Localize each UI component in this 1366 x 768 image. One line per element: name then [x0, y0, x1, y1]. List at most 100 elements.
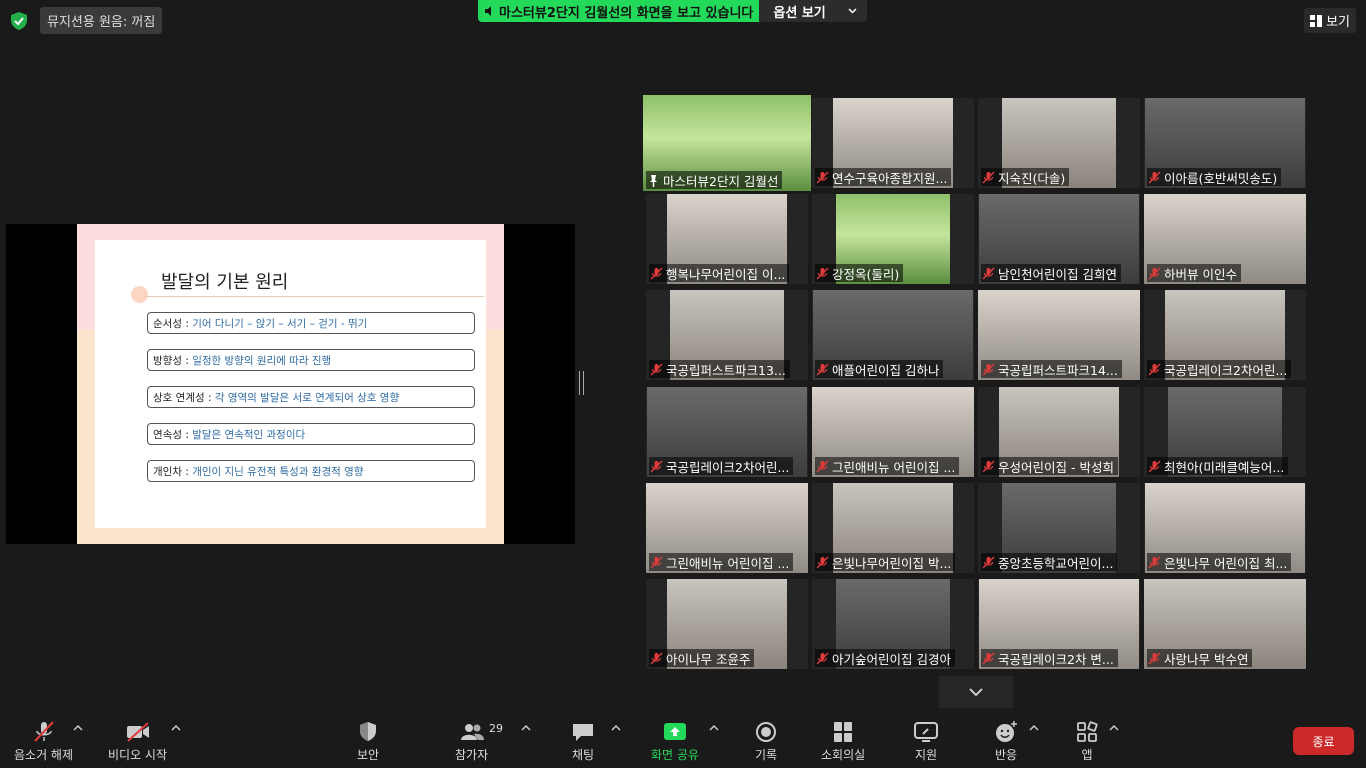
security-label: 보안	[356, 748, 380, 762]
participant-name-tag: 그린애비뉴 어린이집 ...	[649, 553, 794, 571]
participant-tile[interactable]: 그린애비뉴 어린이집 ...	[646, 483, 808, 573]
participant-name: 행복나무어린이집 이...	[666, 266, 786, 282]
principle-desc: 일정한 방향의 원리에 따라 진행	[192, 354, 332, 367]
reactions-button[interactable]: 반응	[993, 720, 1019, 763]
apps-button[interactable]: 앱	[1074, 720, 1100, 763]
participant-name-tag: 사랑나무 박수연	[1147, 649, 1253, 667]
support-button[interactable]: 지원	[913, 720, 939, 763]
participant-tile[interactable]: 사랑나무 박수연	[1144, 579, 1306, 669]
muted-microphone-icon	[982, 556, 995, 568]
participant-tile[interactable]: 중앙초등학교어린이...	[978, 483, 1140, 573]
participant-tile[interactable]: 아기숲어린이집 김경아	[812, 579, 974, 669]
muted-microphone-icon	[650, 363, 663, 375]
participant-name-tag: 국공립레이크2차어린...	[649, 457, 794, 475]
participant-tile[interactable]: 그린애비뉴 어린이집 ...	[812, 387, 974, 477]
participant-name: 애플어린이집 김하나	[832, 362, 940, 378]
participant-tile[interactable]: 은빛나무어린이집 박...	[812, 483, 974, 573]
participant-tile[interactable]: 하버뷰 이인수	[1144, 194, 1306, 284]
participant-name: 하버뷰 이인수	[1164, 266, 1237, 282]
participant-name-tag: 국공립퍼스트파크13...	[649, 360, 790, 378]
participant-name: 이아름(호반써밋송도)	[1164, 170, 1278, 186]
meeting-info: 뮤지션용 원음: 꺼짐	[8, 7, 163, 34]
principle-label: 상호 연계성 :	[153, 391, 215, 404]
splitter-handle[interactable]	[579, 371, 584, 395]
participant-tile[interactable]: 국공립퍼스트파크13...	[646, 290, 808, 380]
participant-name: 국공립레이크2차 변...	[998, 651, 1114, 667]
participant-tile[interactable]: 이아름(호반써밋송도)	[1144, 98, 1306, 188]
view-button[interactable]: 보기	[1304, 8, 1356, 33]
participant-tile[interactable]: 연수구육아종합지원...	[812, 98, 974, 188]
smiley-reaction-icon	[996, 721, 1017, 742]
participant-name: 아이나무 조윤주	[666, 651, 751, 667]
original-sound-status[interactable]: 뮤지션용 원음: 꺼짐	[40, 7, 163, 34]
muted-microphone-icon	[982, 652, 995, 664]
participant-tile[interactable]: 마스터뷰2단지 김월선	[643, 95, 811, 191]
participant-name: 강정옥(둘리)	[832, 266, 900, 282]
participant-tile[interactable]: 최현아(미래클예능어...	[1144, 387, 1306, 477]
participants-label: 참가자	[455, 748, 489, 762]
participant-tile[interactable]: 남인천어린이집 김희연	[978, 194, 1140, 284]
security-shield-icon	[360, 722, 376, 741]
record-button[interactable]: 기록	[753, 720, 779, 763]
breakout-rooms-button[interactable]: 소회의실	[821, 720, 865, 763]
principle-row: 상호 연계성 : 각 영역의 발달은 서로 연계되어 상호 영향	[147, 386, 475, 408]
principle-row: 순서성 : 기어 다니기 – 앉기 – 서기 – 걷기 - 뛰기	[147, 312, 475, 334]
muted-microphone-icon	[1148, 363, 1161, 375]
support-label: 지원	[914, 748, 938, 762]
participant-tile[interactable]: 국공립퍼스트파크14...	[978, 290, 1140, 380]
participant-tile[interactable]: 은빛나무 어린이집 최...	[1144, 483, 1306, 573]
muted-microphone-icon	[1148, 460, 1161, 472]
share-screen-button[interactable]: 화면 공유	[651, 720, 699, 763]
decorative-dot	[131, 286, 148, 303]
participant-tile[interactable]: 국공립레이크2차어린...	[1144, 290, 1306, 380]
participants-button[interactable]: 참가자	[455, 720, 488, 763]
participant-name-tag: 국공립레이크2차 변...	[981, 649, 1118, 667]
muted-microphone-icon	[982, 460, 995, 472]
participant-tile[interactable]: 행복나무어린이집 이...	[646, 194, 808, 284]
participant-tile[interactable]: 강정옥(둘리)	[812, 194, 974, 284]
viewing-share-text: 마스터뷰2단지 김월선의 화면을 보고 있습니다	[478, 0, 760, 22]
screen-share-banner: 마스터뷰2단지 김월선의 화면을 보고 있습니다 옵션 보기	[478, 0, 867, 22]
reactions-label: 반응	[994, 748, 1018, 762]
muted-microphone-icon	[982, 363, 995, 375]
view-button-label: 보기	[1326, 15, 1350, 30]
participant-name: 남인천어린이집 김희연	[998, 266, 1117, 282]
end-meeting-button[interactable]: 종료	[1293, 727, 1354, 755]
video-options-caret-icon[interactable]	[171, 724, 181, 732]
support-screen-icon	[914, 722, 938, 742]
gallery-scroll-down-button[interactable]	[939, 676, 1013, 708]
principle-desc: 개인이 지닌 유전적 특성과 환경적 영향	[192, 465, 364, 478]
shield-check-icon[interactable]	[8, 10, 30, 32]
speaker-icon	[485, 6, 491, 16]
apps-options-caret-icon[interactable]	[1109, 724, 1119, 732]
shared-screen[interactable]: 발달의 기본 원리 순서성 : 기어 다니기 – 앉기 – 서기 – 걷기 - …	[6, 224, 575, 544]
chevron-down-icon	[969, 688, 983, 697]
participant-name: 중앙초등학교어린이...	[998, 555, 1114, 571]
chat-options-caret-icon[interactable]	[611, 724, 621, 732]
participant-tile[interactable]: 우성어린이집 - 박성희	[978, 387, 1140, 477]
start-video-button[interactable]: 비디오 시작	[108, 720, 167, 763]
security-button[interactable]: 보안	[355, 720, 381, 763]
participant-tile[interactable]: 국공립레이크2차 변...	[978, 579, 1140, 669]
reactions-options-caret-icon[interactable]	[1029, 724, 1039, 732]
share-options-caret-icon[interactable]	[709, 724, 719, 732]
participant-name: 국공립레이크2차어린...	[666, 459, 790, 475]
participant-tile[interactable]: 국공립레이크2차어린...	[646, 387, 808, 477]
muted-microphone-icon	[816, 556, 829, 568]
unmute-button[interactable]: 음소거 해제	[14, 720, 73, 763]
chat-button[interactable]: 채팅	[570, 720, 596, 763]
participant-tile[interactable]: 애플어린이집 김하나	[812, 290, 974, 380]
view-options-button[interactable]: 옵션 보기	[759, 0, 867, 22]
participant-name: 마스터뷰2단지 김월선	[663, 173, 779, 189]
chevron-down-icon	[848, 8, 857, 14]
participant-tile[interactable]: 지숙진(다솔)	[978, 98, 1140, 188]
participant-name: 은빛나무어린이집 박...	[832, 555, 952, 571]
presentation-slide: 발달의 기본 원리 순서성 : 기어 다니기 – 앉기 – 서기 – 걷기 - …	[77, 224, 504, 544]
audio-options-caret-icon[interactable]	[73, 724, 83, 732]
principle-label: 개인차 :	[153, 465, 193, 478]
participant-tile[interactable]: 아이나무 조윤주	[646, 579, 808, 669]
share-banner-label: 마스터뷰2단지 김월선의 화면을 보고 있습니다	[499, 5, 754, 21]
participants-count: 29	[489, 722, 503, 735]
muted-microphone-icon	[1148, 652, 1161, 664]
participants-options-caret-icon[interactable]	[521, 724, 531, 732]
